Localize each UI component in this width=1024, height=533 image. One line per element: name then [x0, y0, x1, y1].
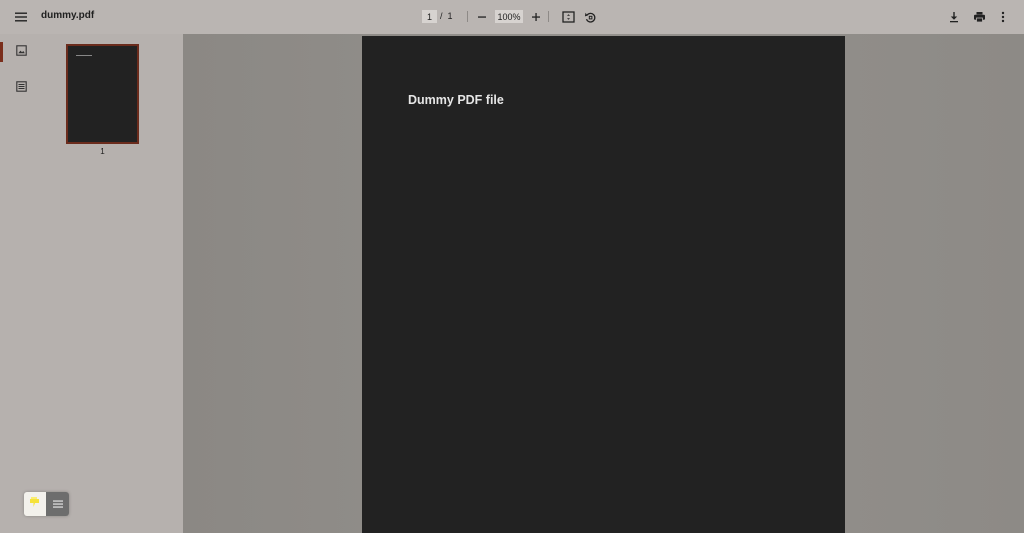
page-number-input[interactable]	[422, 10, 437, 23]
pdf-page: Dummy PDF file	[362, 36, 845, 533]
sidebar: 1	[0, 34, 183, 533]
fit-to-page-icon[interactable]	[556, 5, 580, 29]
pdf-toolbar: dummy.pdf / 1	[0, 0, 1024, 34]
outline-tab[interactable]	[11, 78, 31, 98]
sticky-note-icon	[28, 495, 42, 514]
print-icon[interactable]	[967, 5, 991, 29]
more-vert-icon[interactable]	[991, 5, 1015, 29]
thumbnails-tab[interactable]	[11, 42, 31, 62]
lines-menu-icon	[52, 495, 63, 513]
download-icon[interactable]	[942, 5, 966, 29]
thumbnail-page-label: 1	[100, 147, 105, 156]
plus-icon[interactable]	[524, 5, 548, 29]
page-total: / 1	[440, 11, 453, 21]
page-heading: Dummy PDF file	[408, 93, 504, 107]
document-title: dummy.pdf	[41, 10, 95, 21]
active-tab-indicator	[0, 42, 3, 62]
rotate-counterclockwise-icon[interactable]	[578, 5, 602, 29]
sticky-note-button[interactable]	[24, 492, 46, 516]
thumbnail-text-preview	[76, 55, 92, 56]
floating-widget	[24, 492, 69, 516]
image-icon	[15, 43, 27, 61]
page-thumbnail[interactable]	[66, 44, 139, 144]
document-viewer[interactable]: Dummy PDF file	[183, 34, 1024, 533]
minus-icon[interactable]	[470, 5, 494, 29]
toolbar-divider	[467, 11, 468, 22]
widget-menu-button[interactable]	[46, 492, 69, 516]
zoom-level-input[interactable]	[495, 10, 523, 23]
hamburger-menu-icon[interactable]	[9, 5, 33, 29]
list-icon	[15, 79, 27, 97]
toolbar-divider	[548, 11, 549, 22]
